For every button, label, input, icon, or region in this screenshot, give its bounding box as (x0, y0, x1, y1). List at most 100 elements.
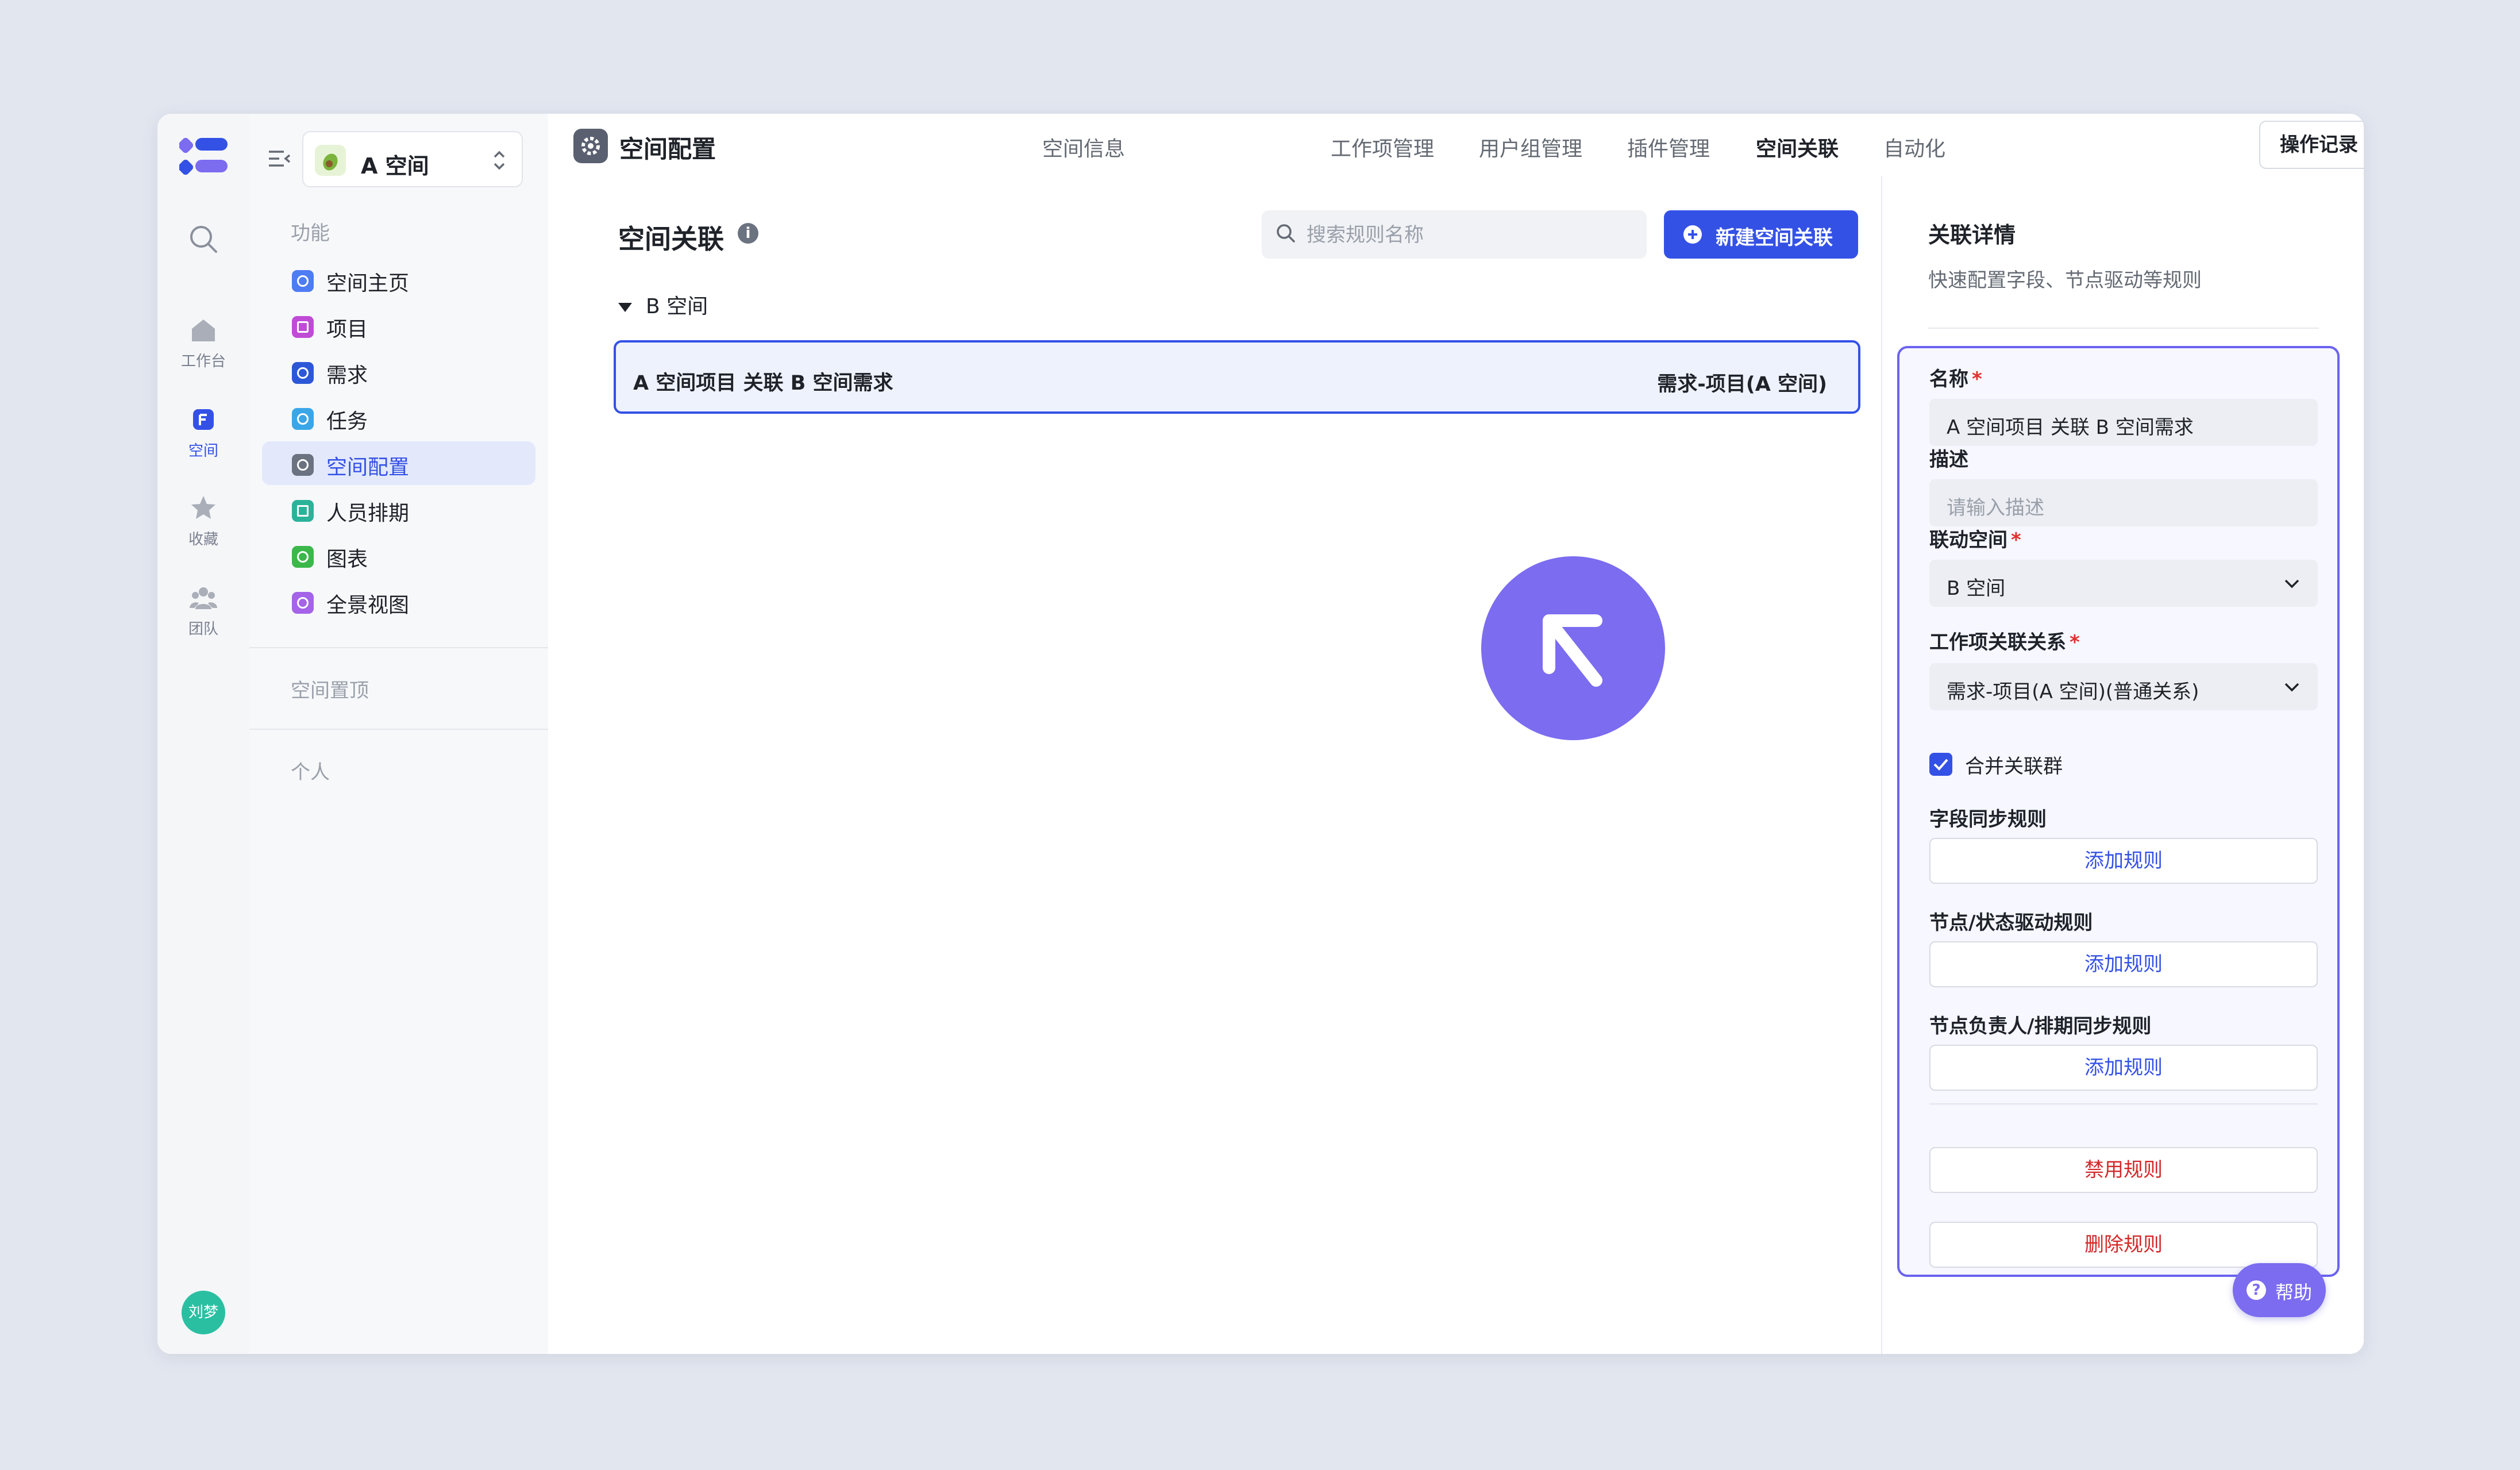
tab-space-relation[interactable]: 空间关联 (1756, 132, 1839, 162)
new-space-relation-button[interactable]: 新建空间关联 (1664, 210, 1858, 259)
icon-rail: 工作台 空间 收藏 团队 刘梦 (157, 114, 251, 1354)
name-field[interactable]: A 空间项目 关联 B 空间需求 (1929, 399, 2318, 446)
caret-down-icon (618, 303, 632, 312)
field-sync-label: 字段同步规则 (1929, 808, 2047, 831)
rail-item-label: 空间 (188, 442, 218, 460)
space-icon (193, 409, 214, 430)
team-icon (190, 587, 217, 609)
sidebar-item-requirement[interactable]: 需求 (262, 349, 535, 393)
search-box[interactable] (1262, 210, 1647, 259)
desc-label: 描述 (1929, 448, 1968, 471)
linked-space-label: 联动空间 * (1929, 529, 2021, 552)
arrow-cursor-badge-icon (1481, 556, 1665, 740)
space-switcher[interactable]: A 空间 (302, 131, 523, 187)
description-placeholder: 请输入描述 (1947, 497, 2044, 519)
home-icon (192, 320, 215, 341)
group-header[interactable]: B 空间 (618, 290, 708, 320)
tab-automation[interactable]: 自动化 (1883, 132, 1945, 162)
chart-icon (292, 546, 314, 568)
rail-item-label: 团队 (188, 621, 218, 638)
sidebar-item-label: 项目 (326, 318, 368, 341)
requirement-icon (292, 362, 314, 384)
description-field[interactable]: 请输入描述 (1929, 479, 2318, 526)
sidebar-item-label: 图表 (326, 548, 368, 571)
app-logo-icon[interactable] (179, 137, 228, 177)
sidebar-divider (249, 647, 548, 648)
section-title-personal[interactable]: 个人 (291, 756, 330, 784)
rail-item-favorites[interactable]: 收藏 (157, 493, 249, 549)
panel-subtitle: 快速配置字段、节点驱动等规则 (1928, 269, 2202, 292)
search-input[interactable] (1305, 218, 1629, 252)
chevron-down-icon (2284, 683, 2299, 692)
panel-divider (1928, 328, 2319, 329)
add-owner-sync-rule-button[interactable]: 添加规则 (1929, 1045, 2318, 1091)
avatar[interactable]: 刘梦 (182, 1291, 225, 1334)
section-title: 空间关联 (618, 224, 724, 255)
sidebar-item-label: 全景视图 (326, 594, 410, 617)
operation-log-button[interactable]: 操作记录 (2259, 121, 2364, 169)
sidebar-divider (249, 729, 548, 730)
project-icon (292, 316, 314, 338)
rule-row[interactable]: A 空间项目 关联 B 空间需求 需求-项目(A 空间) (614, 340, 1860, 414)
delete-rule-button[interactable]: 删除规则 (1929, 1222, 2318, 1268)
info-icon (292, 270, 314, 292)
merge-group-checkbox[interactable] (1929, 753, 1952, 776)
tab-workitem-management[interactable]: 工作项管理 (1331, 132, 1434, 162)
main-content: 空间关联 i 新建空间关联 B 空间 A 空间项目 关联 B 空间需求 需求-项… (548, 176, 2020, 1354)
relation-detail-panel: 关联详情 快速配置字段、节点驱动等规则 名称 * A 空间项目 关联 B 空间需求… (1882, 176, 2364, 1354)
disable-rule-button[interactable]: 禁用规则 (1929, 1147, 2318, 1193)
star-icon (191, 496, 215, 519)
tab-usergroup-management[interactable]: 用户组管理 (1479, 132, 1582, 162)
sidebar-item-label: 人员排期 (326, 502, 410, 525)
rail-item-label: 收藏 (188, 531, 218, 548)
tab-plugin-management[interactable]: 插件管理 (1627, 132, 1710, 162)
new-space-relation-label: 新建空间关联 (1716, 226, 1833, 249)
rail-item-team[interactable]: 团队 (157, 583, 249, 638)
sidebar-item-label: 需求 (326, 364, 368, 387)
rail-item-label: 工作台 (180, 353, 226, 370)
tab-space-info[interactable]: 空间信息 (1042, 132, 1125, 162)
relation-select[interactable]: 需求-项目(A 空间)(普通关系) (1929, 663, 2318, 710)
group-label: B 空间 (646, 295, 708, 318)
rule-name: A 空间项目 关联 B 空间需求 (633, 372, 893, 395)
sidebar: A 空间 功能 空间主页 项目 需求 任务 空间配置 人员排期 图表 全景视图 … (249, 114, 549, 1354)
collapse-sidebar-icon[interactable] (267, 146, 292, 171)
form-divider (1929, 1103, 2318, 1105)
page-title: 空间配置 (619, 135, 716, 163)
add-field-sync-rule-button[interactable]: 添加规则 (1929, 838, 2318, 884)
search-icon[interactable] (187, 223, 219, 255)
sidebar-item-label: 空间主页 (326, 272, 410, 295)
sidebar-item-label: 任务 (326, 410, 368, 433)
section-title-features: 功能 (291, 222, 330, 245)
sidebar-item-project[interactable]: 项目 (262, 303, 535, 347)
rail-item-space[interactable]: 空间 (157, 405, 249, 460)
owner-sync-label: 节点负责人/排期同步规则 (1929, 1015, 2152, 1038)
add-node-drive-rule-button[interactable]: 添加规则 (1929, 941, 2318, 987)
gear-icon (573, 129, 608, 163)
sidebar-item-scheduling[interactable]: 人员排期 (262, 487, 535, 531)
task-icon (292, 408, 314, 430)
name-label: 名称 * (1929, 368, 1982, 391)
calendar-icon (292, 500, 314, 522)
chevron-down-icon (2284, 579, 2299, 588)
panel-title: 关联详情 (1928, 222, 2016, 248)
sidebar-item-panorama[interactable]: 全景视图 (262, 579, 535, 623)
node-drive-label: 节点/状态驱动规则 (1929, 911, 2093, 934)
search-icon (1277, 224, 1295, 243)
help-label: 帮助 (2275, 1282, 2313, 1303)
sidebar-item-space-home[interactable]: 空间主页 (262, 257, 535, 301)
linked-space-select[interactable]: B 空间 (1929, 560, 2318, 607)
linked-space-value: B 空间 (1947, 577, 2006, 600)
sidebar-item-space-config[interactable]: 空间配置 (262, 441, 535, 485)
chevron-updown-icon (494, 151, 505, 170)
relation-label: 工作项关联关系 * (1929, 631, 2080, 654)
avocado-icon (315, 145, 346, 176)
relation-value: 需求-项目(A 空间)(普通关系) (1947, 680, 2199, 703)
section-title-pinned[interactable]: 空间置顶 (291, 675, 369, 703)
sidebar-item-charts[interactable]: 图表 (262, 533, 535, 577)
rule-type: 需求-项目(A 空间) (1657, 373, 1827, 396)
rail-item-workbench[interactable]: 工作台 (157, 315, 249, 371)
sidebar-item-task[interactable]: 任务 (262, 395, 535, 439)
help-button[interactable]: ? 帮助 (2233, 1263, 2326, 1317)
info-icon[interactable]: i (738, 223, 758, 244)
